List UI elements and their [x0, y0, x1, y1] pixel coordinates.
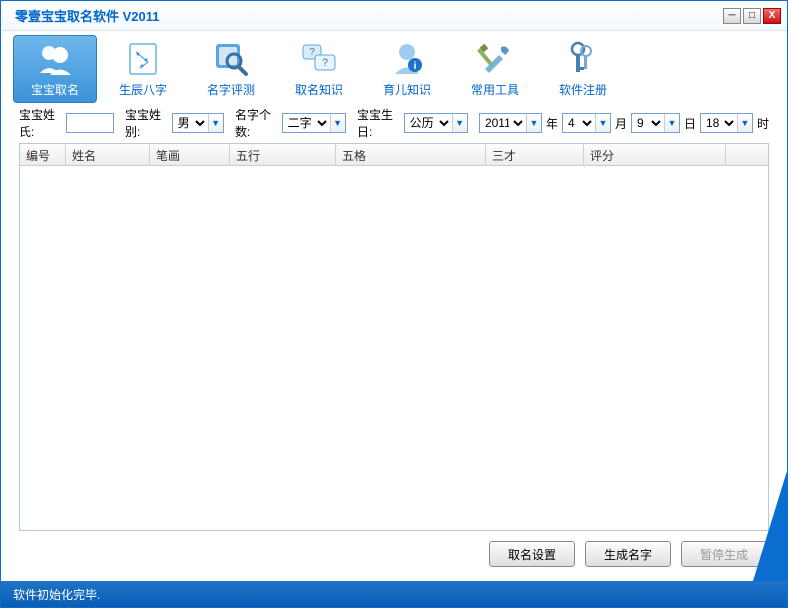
person-info-icon: i: [387, 41, 427, 77]
status-text: 软件初始化完毕.: [13, 586, 100, 603]
people-icon: [35, 41, 75, 77]
birthday-label: 宝宝生日:: [357, 106, 400, 140]
hour-select-wrap[interactable]: 18▼: [700, 113, 753, 133]
count-label: 名字个数:: [235, 106, 278, 140]
toolbar-label: 生辰八字: [119, 81, 167, 98]
toolbar-label: 名字评测: [207, 81, 255, 98]
toolbar-label: 软件注册: [559, 81, 607, 98]
close-button[interactable]: X: [763, 8, 781, 24]
toolbar-knowledge[interactable]: ?? 取名知识: [277, 35, 361, 103]
magnifier-icon: [211, 41, 251, 77]
chevron-down-icon: ▼: [452, 114, 467, 132]
minimize-button[interactable]: ─: [723, 8, 741, 24]
col-score[interactable]: 评分: [584, 144, 726, 165]
col-wuxing[interactable]: 五行: [230, 144, 336, 165]
calendar-select-wrap[interactable]: 公历▼: [404, 113, 468, 133]
generate-button[interactable]: 生成名字: [585, 541, 671, 567]
gender-select[interactable]: 男: [173, 114, 208, 132]
col-strokes[interactable]: 笔画: [150, 144, 230, 165]
month-select-wrap[interactable]: 4▼: [562, 113, 611, 133]
gender-label: 宝宝姓别:: [125, 106, 168, 140]
toolbar-label: 常用工具: [471, 81, 519, 98]
surname-label: 宝宝姓氏:: [19, 106, 62, 140]
window-title: 零壹宝宝取名软件 V2011: [7, 6, 721, 25]
svg-text:?: ?: [309, 47, 315, 58]
title-bar: 零壹宝宝取名软件 V2011 ─ □ X: [1, 1, 787, 31]
col-sancai[interactable]: 三才: [486, 144, 584, 165]
col-wuge[interactable]: 五格: [336, 144, 486, 165]
chevron-down-icon: ▼: [595, 114, 610, 132]
svg-text:?: ?: [322, 57, 328, 69]
toolbar-label: 宝宝取名: [31, 81, 79, 98]
toolbar-naming[interactable]: 宝宝取名: [13, 35, 97, 103]
document-icon: [123, 41, 163, 77]
table-header: 编号 姓名 笔画 五行 五格 三才 评分: [20, 144, 768, 166]
month-suffix: 月: [615, 115, 627, 132]
month-select[interactable]: 4: [563, 114, 595, 132]
toolbar-register[interactable]: 软件注册: [541, 35, 625, 103]
toolbar-eval[interactable]: 名字评测: [189, 35, 273, 103]
chevron-down-icon: ▼: [664, 114, 679, 132]
count-select-wrap[interactable]: 二字▼: [282, 113, 346, 133]
corner-decoration: [753, 471, 787, 581]
day-suffix: 日: [684, 115, 696, 132]
svg-text:i: i: [414, 61, 417, 72]
results-table: 编号 姓名 笔画 五行 五格 三才 评分: [19, 143, 769, 531]
day-select[interactable]: 9: [632, 114, 664, 132]
chevron-down-icon: ▼: [330, 114, 345, 132]
col-no[interactable]: 编号: [20, 144, 66, 165]
filter-form: 宝宝姓氏: 宝宝姓别: 男▼ 名字个数: 二字▼ 宝宝生日: 公历▼ 2011▼…: [1, 107, 787, 139]
tools-icon: [475, 41, 515, 77]
toolbar-bazi[interactable]: 生辰八字: [101, 35, 185, 103]
chevron-down-icon: ▼: [526, 114, 541, 132]
toolbar-tools[interactable]: 常用工具: [453, 35, 537, 103]
col-name[interactable]: 姓名: [66, 144, 150, 165]
surname-input[interactable]: [66, 113, 114, 133]
chevron-down-icon: ▼: [208, 114, 223, 132]
calendar-select[interactable]: 公历: [405, 114, 452, 132]
keys-icon: [563, 41, 603, 77]
col-spacer: [726, 144, 768, 165]
year-select-wrap[interactable]: 2011▼: [479, 113, 542, 133]
action-bar: 取名设置 生成名字 暂停生成: [1, 531, 787, 577]
question-bubble-icon: ??: [299, 41, 339, 77]
day-select-wrap[interactable]: 9▼: [631, 113, 680, 133]
count-select[interactable]: 二字: [283, 114, 330, 132]
main-toolbar: 宝宝取名 生辰八字 名字评测 ?? 取名知识 i 育儿知识 常用工具 软件注册: [1, 31, 787, 107]
settings-button[interactable]: 取名设置: [489, 541, 575, 567]
hour-select[interactable]: 18: [701, 114, 737, 132]
gender-select-wrap[interactable]: 男▼: [172, 113, 224, 133]
chevron-down-icon: ▼: [737, 114, 752, 132]
toolbar-label: 育儿知识: [383, 81, 431, 98]
toolbar-parenting[interactable]: i 育儿知识: [365, 35, 449, 103]
year-select[interactable]: 2011: [480, 114, 526, 132]
maximize-button[interactable]: □: [743, 8, 761, 24]
status-bar: 软件初始化完毕.: [1, 581, 787, 607]
toolbar-label: 取名知识: [295, 81, 343, 98]
year-suffix: 年: [546, 115, 558, 132]
hour-suffix: 时: [757, 115, 769, 132]
